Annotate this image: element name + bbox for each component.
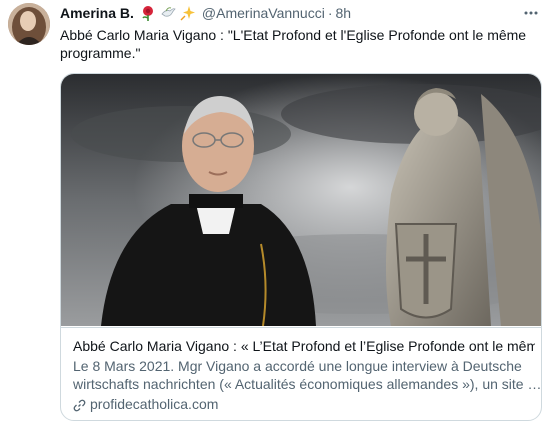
card-description: Le 8 Mars 2021. Mgr Vigano a accordé une… (73, 357, 542, 393)
sparkle-star-icon (180, 5, 196, 21)
card-description-line: wirtschafts nachrichten (« Actualités éc… (73, 376, 542, 392)
tweet: Amerina B. @AmerinaVannucci · 8h Abbé Ca… (0, 0, 550, 431)
card-image (61, 74, 541, 326)
card-description-line: Le 8 Mars 2021. Mgr Vigano a accordé une… (73, 358, 522, 374)
card-domain-label: profidecatholica.com (90, 396, 219, 412)
tweet-text: Abbé Carlo Maria Vigano : "L'Etat Profon… (60, 27, 527, 61)
author-handle[interactable]: @AmerinaVannucci (202, 5, 325, 21)
tweet-header: Amerina B. @AmerinaVannucci · 8h (60, 3, 351, 23)
card-domain[interactable]: profidecatholica.com (73, 395, 218, 413)
rose-icon (140, 5, 156, 21)
card-body: Abbé Carlo Maria Vigano : « L’Etat Profo… (61, 327, 542, 420)
link-icon (73, 398, 86, 411)
link-card[interactable]: Abbé Carlo Maria Vigano : « L’Etat Profo… (60, 73, 542, 421)
more-options-icon[interactable] (522, 4, 540, 22)
card-title[interactable]: Abbé Carlo Maria Vigano : « L’Etat Profo… (73, 337, 535, 355)
timestamp[interactable]: 8h (336, 5, 352, 21)
author-name[interactable]: Amerina B. (60, 5, 134, 21)
separator-dot: · (327, 5, 333, 21)
avatar[interactable] (8, 3, 50, 45)
dove-icon (160, 5, 176, 21)
